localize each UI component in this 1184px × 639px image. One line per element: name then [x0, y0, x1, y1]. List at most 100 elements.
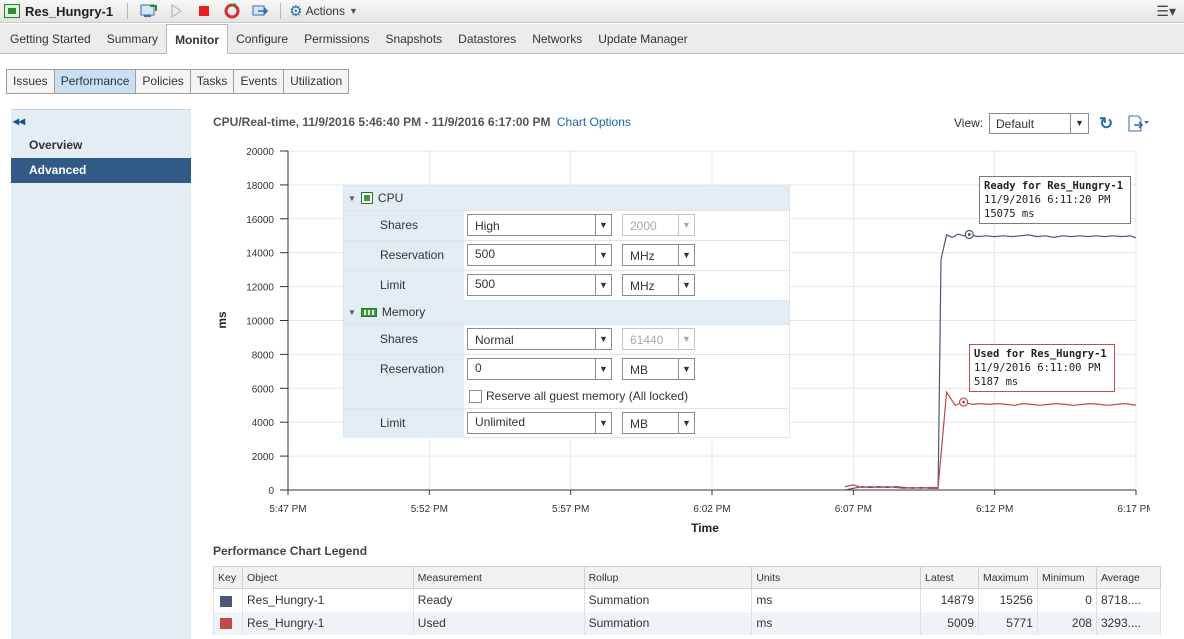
refresh-icon[interactable]: ↻	[1099, 114, 1113, 134]
column-header[interactable]: Average	[1095, 566, 1162, 589]
table-row[interactable]: Res_Hungry-1 Ready Summation ms 14879 15…	[213, 588, 1162, 612]
legend-key	[213, 588, 243, 612]
legend-units: ms	[751, 611, 922, 635]
memory-limit-label: Limit	[344, 409, 464, 438]
legend-maximum: 5771	[978, 611, 1038, 635]
legend-measurement: Ready	[412, 588, 585, 612]
memory-section-title: Memory	[381, 305, 426, 319]
column-header[interactable]: Rollup	[583, 566, 753, 589]
performance-sidebar: ◂◂ Overview Advanced	[11, 109, 191, 639]
cpu-shares-label: Shares	[344, 211, 464, 240]
legend-rollup: Summation	[583, 588, 753, 612]
y-axis: 0 2000 4000 6000 8000 10000 12000 14000 16000 180…	[246, 147, 289, 497]
cpu-shares-select[interactable]: High ▼	[467, 214, 612, 236]
column-header[interactable]: Object	[241, 566, 414, 589]
memory-reservation-input[interactable]: 0 ▼	[467, 358, 612, 380]
column-header[interactable]: Maximum	[978, 566, 1038, 589]
reset-icon[interactable]	[223, 2, 241, 20]
legend-table: Key Object Measurement Rollup Units Late…	[213, 566, 1162, 635]
cpu-icon	[360, 192, 373, 204]
collapse-icon[interactable]: ◂◂	[13, 114, 25, 128]
tab-networks[interactable]: Networks	[524, 25, 590, 53]
column-header[interactable]: Units	[751, 566, 922, 589]
chevron-down-icon: ▼	[595, 329, 611, 349]
column-header[interactable]: Minimum	[1036, 566, 1097, 589]
ready-tooltip-time: 11/9/2016 6:11:20 PM	[984, 194, 1111, 206]
memory-section-header[interactable]: ▼ Memory	[344, 300, 789, 324]
legend-minimum: 0	[1036, 588, 1097, 612]
legend-latest: 14879	[920, 588, 979, 612]
x-tick-label: 5:57 PM	[552, 504, 589, 515]
x-tick-label: 6:02 PM	[693, 504, 730, 515]
table-row[interactable]: Res_Hungry-1 Used Summation ms 5009 5771…	[213, 611, 1162, 635]
column-header[interactable]: Measurement	[412, 566, 585, 589]
used-tooltip: Used for Res_Hungry-1 11/9/2016 6:11:00 …	[969, 344, 1115, 392]
vm-name: Res_Hungry-1	[25, 3, 114, 19]
ready-tooltip: Ready for Res_Hungry-1 11/9/2016 6:11:20…	[979, 176, 1131, 224]
memory-reservation-unit[interactable]: MB ▼	[622, 358, 695, 380]
memory-limit-input[interactable]: Unlimited ▼	[467, 412, 612, 434]
actions-label: Actions	[305, 4, 345, 18]
y-tick-label: 12000	[246, 283, 274, 294]
subtab-policies[interactable]: Policies	[136, 70, 191, 93]
migrate-icon[interactable]	[251, 2, 269, 20]
cpu-reservation-unit[interactable]: MHz ▼	[622, 244, 695, 266]
legend-rollup: Summation	[583, 611, 753, 635]
subtab-utilization[interactable]: Utilization	[284, 70, 348, 93]
actions-menu[interactable]: ⚙ Actions ▼	[289, 2, 358, 20]
sidebar-item-overview[interactable]: Overview	[11, 133, 191, 158]
power-on-icon[interactable]	[167, 2, 185, 20]
tab-monitor[interactable]: Monitor	[166, 24, 229, 54]
cpu-limit-unit[interactable]: MHz ▼	[622, 274, 695, 296]
view-label: View:	[954, 116, 984, 130]
subtab-issues[interactable]: Issues	[7, 70, 55, 93]
ready-tooltip-title: Ready for Res_Hungry-1	[984, 180, 1124, 192]
cpu-reservation-label: Reservation	[344, 241, 464, 270]
x-tick-label: 6:17 PM	[1117, 504, 1150, 515]
y-tick-label: 10000	[246, 317, 274, 328]
subtab-events[interactable]: Events	[234, 70, 285, 93]
legend-minimum: 208	[1036, 611, 1097, 635]
chevron-down-icon: ▼	[678, 275, 694, 295]
subtab-performance[interactable]: Performance	[54, 70, 137, 93]
legend-maximum: 15256	[978, 588, 1038, 612]
tab-permissions[interactable]: Permissions	[296, 25, 377, 53]
chart-options-link[interactable]: Chart Options	[557, 115, 631, 129]
menu-icon[interactable]: ☰▾	[1156, 3, 1176, 20]
used-tooltip-title: Used for Res_Hungry-1	[974, 348, 1107, 360]
data-point-dot	[967, 232, 971, 236]
console-icon[interactable]	[139, 2, 157, 20]
column-header[interactable]: Latest	[920, 566, 979, 589]
column-header[interactable]: Key	[213, 566, 243, 589]
legend-header-row: Key Object Measurement Rollup Units Late…	[213, 566, 1162, 589]
tab-snapshots[interactable]: Snapshots	[377, 25, 450, 53]
cpu-section-header[interactable]: ▼ CPU	[344, 186, 789, 210]
sidebar-item-advanced[interactable]: Advanced	[11, 158, 191, 183]
tab-configure[interactable]: Configure	[228, 25, 296, 53]
tab-summary[interactable]: Summary	[99, 25, 166, 53]
tab-datastores[interactable]: Datastores	[450, 25, 524, 53]
view-select[interactable]: Default ▼	[989, 113, 1089, 134]
vm-title: Res_Hungry-1	[0, 4, 121, 19]
cpu-reservation-input[interactable]: 500 ▼	[467, 244, 612, 266]
x-tick-label: 5:52 PM	[411, 504, 448, 515]
cpu-limit-input[interactable]: 500 ▼	[467, 274, 612, 296]
power-off-icon[interactable]	[195, 2, 213, 20]
chevron-down-icon: ▼	[678, 245, 694, 265]
y-tick-label: 20000	[246, 147, 274, 158]
tab-update-manager[interactable]: Update Manager	[590, 25, 695, 53]
memory-shares-number: 61440 ▼	[622, 328, 695, 350]
reserve-all-checkbox[interactable]	[469, 390, 482, 403]
y-tick-label: 16000	[246, 215, 274, 226]
tab-getting-started[interactable]: Getting Started	[2, 25, 99, 53]
export-icon[interactable]	[1128, 115, 1150, 133]
subtab-tasks[interactable]: Tasks	[191, 70, 235, 93]
vm-icon	[4, 4, 20, 18]
memory-reservation-row: Reservation 0 ▼ MB ▼ Reserve all guest mem…	[344, 354, 789, 408]
memory-shares-select[interactable]: Normal ▼	[467, 328, 612, 350]
chevron-down-icon: ▼	[595, 275, 611, 295]
legend-key	[213, 611, 243, 635]
gear-icon: ⚙	[289, 3, 303, 20]
memory-shares-row: Shares Normal ▼ 61440 ▼	[344, 324, 789, 354]
memory-limit-unit[interactable]: MB ▼	[622, 412, 695, 434]
